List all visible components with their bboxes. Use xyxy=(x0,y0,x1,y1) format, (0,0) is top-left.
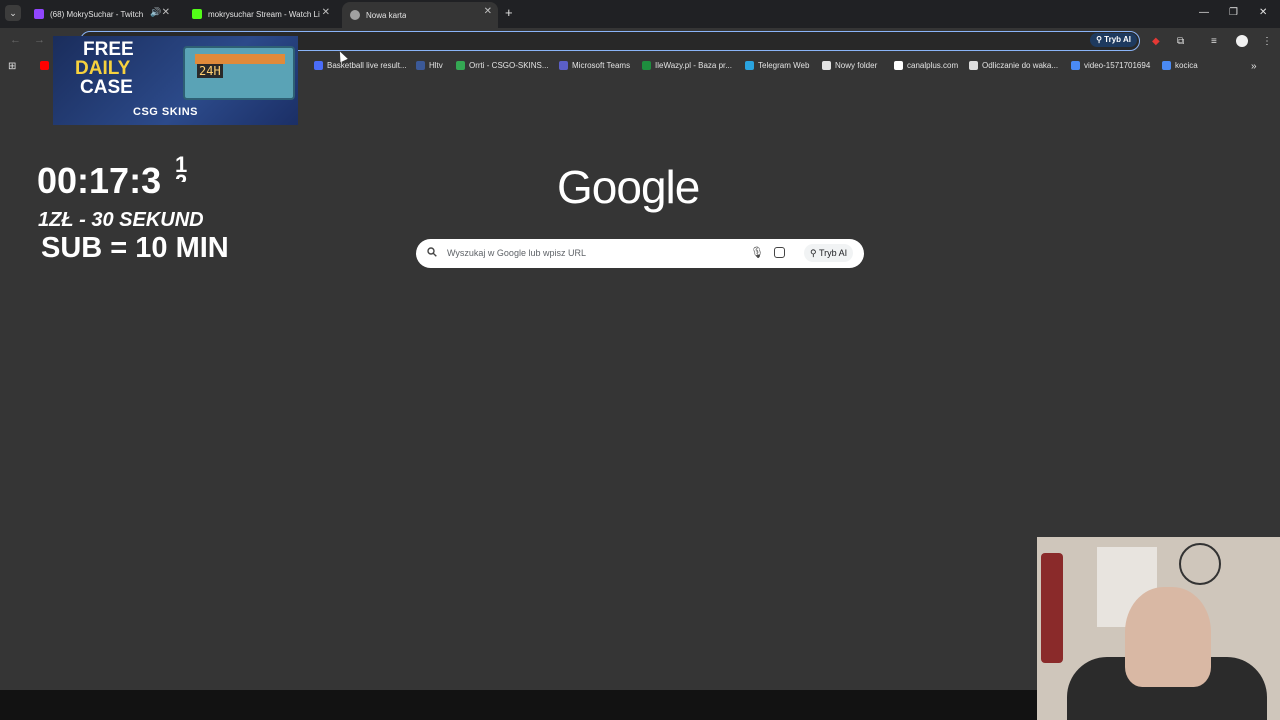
bookmark-item[interactable]: Microsoft Teams xyxy=(559,61,630,70)
apps-grid-icon[interactable]: ⊞ xyxy=(8,61,16,72)
bookmark-favicon-icon xyxy=(642,61,651,70)
bookmark-item[interactable]: IleWazy.pl - Baza pr... xyxy=(642,61,732,70)
close-window-icon[interactable]: ✕ xyxy=(1259,7,1267,18)
bookmark-label: canalplus.com xyxy=(907,61,959,70)
bookmark-favicon-icon xyxy=(456,61,465,70)
stream-timer: 00:17:3 xyxy=(37,160,162,201)
tab-title: mokrysuchar Stream - Watch Li xyxy=(208,9,320,19)
media-control-icon[interactable]: ≡ xyxy=(1211,36,1217,47)
google-search-box[interactable]: Wyszukaj w Google lub wpisz URL 🎙 ⚲ Tryb… xyxy=(416,239,864,268)
webcam-overlay xyxy=(1037,537,1280,720)
search-ai-mode-button[interactable]: ⚲ Tryb AI xyxy=(804,244,854,262)
bookmark-item[interactable]: Orrti - CSGO-SKINS... xyxy=(456,61,549,70)
ai-mode-icon: ⚲ xyxy=(1096,35,1105,44)
close-tab-icon[interactable]: ✕ xyxy=(484,6,492,17)
menu-kebab-icon[interactable]: ⋮ xyxy=(1262,36,1272,47)
youtube-bookmark-icon[interactable] xyxy=(40,61,53,70)
bookmark-item[interactable]: video-1571701694 xyxy=(1071,61,1150,70)
tab-search-button[interactable]: ⌄ xyxy=(5,5,21,21)
forward-arrow-icon[interactable]: → xyxy=(34,34,45,46)
tab-strip: ⌄ (68) MokrySuchar - Twitch 🔊 ✕ mokrysuc… xyxy=(0,0,1280,28)
donation-rate-text: 1ZŁ - 30 SEKUND xyxy=(38,209,204,231)
google-logo: Google xyxy=(557,161,700,213)
bookmark-favicon-icon xyxy=(559,61,568,70)
search-placeholder: Wyszukaj w Google lub wpisz URL xyxy=(447,248,586,258)
extension-icon[interactable]: ◆ xyxy=(1152,36,1160,47)
bookmark-label: video-1571701694 xyxy=(1084,61,1151,70)
bookmark-label: Telegram Web xyxy=(758,61,810,70)
stream-timer-rolling-digit: 1 2 xyxy=(175,152,187,182)
bookmark-label: kocica xyxy=(1175,61,1198,70)
kick-favicon-icon xyxy=(192,9,202,19)
bookmark-item[interactable]: Basketball live result... xyxy=(314,61,407,70)
case-free-text: FREE xyxy=(83,39,134,60)
timer-digit-bottom: 2 xyxy=(175,170,187,182)
profile-avatar-icon[interactable] xyxy=(1236,35,1248,47)
bookmark-favicon-icon xyxy=(745,61,754,70)
bookmark-item[interactable]: kocica xyxy=(1162,61,1198,70)
more-bookmarks-chevron-icon[interactable]: » xyxy=(1251,61,1257,72)
bookmark-item[interactable]: canalplus.com xyxy=(894,61,958,70)
case-case-text: CASE xyxy=(80,77,133,98)
bookmark-favicon-icon xyxy=(416,61,425,70)
bookmark-label: Hltv xyxy=(429,61,443,70)
bookmark-favicon-icon xyxy=(1071,61,1080,70)
bookmark-label: Basketball live result... xyxy=(327,61,407,70)
ai-mode-label: Tryb AI xyxy=(1104,35,1131,44)
wall-clock-icon xyxy=(1179,543,1221,585)
bookmark-label: Odliczanie do waka... xyxy=(982,61,1059,70)
bookmark-item[interactable]: Hltv xyxy=(416,61,443,70)
tab-title: (68) MokrySuchar - Twitch xyxy=(50,9,144,19)
new-tab-plus-icon[interactable]: + xyxy=(505,5,513,20)
search-ai-mode-label: Tryb AI xyxy=(818,248,848,258)
speaker-icon[interactable]: 🔊 xyxy=(150,7,161,18)
microphone-icon[interactable]: 🎙 xyxy=(750,246,764,259)
bookmark-favicon-icon xyxy=(1162,61,1171,70)
punching-bag-shape xyxy=(1041,553,1063,663)
back-arrow-icon[interactable]: ← xyxy=(10,34,21,46)
extensions-puzzle-icon[interactable]: ⧉ xyxy=(1177,36,1184,47)
bookmark-label: IleWazy.pl - Baza pr... xyxy=(655,61,732,70)
bookmark-favicon-icon xyxy=(969,61,978,70)
bookmark-favicon-icon xyxy=(822,61,831,70)
minimize-icon[interactable]: — xyxy=(1199,7,1209,18)
tab-new-tab[interactable]: Nowa karta ✕ xyxy=(342,2,498,28)
case-lid xyxy=(195,54,285,64)
sub-rate-text: SUB = 10 MIN xyxy=(41,232,229,264)
search-icon xyxy=(427,247,437,257)
bookmark-item[interactable]: Nowy folder xyxy=(822,61,877,70)
case-24h-label: 24H xyxy=(197,64,223,78)
tab-kick[interactable]: mokrysuchar Stream - Watch Li ✕ xyxy=(184,3,336,25)
bookmark-label: Microsoft Teams xyxy=(572,61,631,70)
tab-title: Nowa karta xyxy=(366,10,407,20)
bookmark-label: Orrti - CSGO-SKINS... xyxy=(469,61,549,70)
twitch-favicon-icon xyxy=(34,9,44,19)
tab-twitch[interactable]: (68) MokrySuchar - Twitch 🔊 ✕ xyxy=(26,3,176,25)
case-box-image: 24H xyxy=(183,46,295,100)
bookmark-favicon-icon xyxy=(314,61,323,70)
restore-icon[interactable]: ❐ xyxy=(1229,7,1238,18)
case-daily-text: DAILY xyxy=(75,58,131,79)
bookmark-favicon-icon xyxy=(894,61,903,70)
bookmark-item[interactable]: Telegram Web xyxy=(745,61,809,70)
case-brand-text: CSG SKINS xyxy=(133,106,199,118)
bookmark-label: Nowy folder xyxy=(835,61,878,70)
google-lens-icon[interactable] xyxy=(774,247,785,258)
close-tab-icon[interactable]: ✕ xyxy=(162,7,170,18)
ai-mode-button[interactable]: ⚲ Tryb AI xyxy=(1090,33,1137,47)
close-tab-icon[interactable]: ✕ xyxy=(322,7,330,18)
daily-case-banner: FREE DAILY CASE 24H CSG SKINS xyxy=(53,36,298,125)
bookmark-item[interactable]: Odliczanie do waka... xyxy=(969,61,1058,70)
streamer-face-shape xyxy=(1125,587,1211,687)
new-tab-favicon-icon xyxy=(350,10,360,20)
